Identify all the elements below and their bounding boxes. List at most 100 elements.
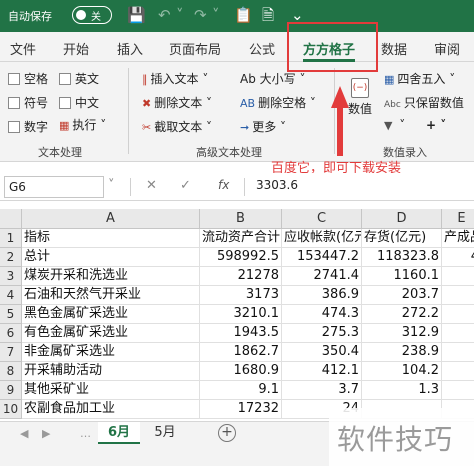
save-icon[interactable]: 💾	[127, 6, 146, 24]
table-cell[interactable]: 石油和天然气开采业	[22, 286, 200, 305]
special-input-button[interactable]: ▼ ˅	[384, 118, 405, 132]
sheet-tab-may[interactable]: 5月	[146, 422, 184, 444]
delete-spaces-button[interactable]: AB 删除空格 ˅	[240, 94, 316, 111]
extract-text-button[interactable]: ✂ 截取文本 ˅	[142, 118, 212, 135]
row-header[interactable]: 10	[0, 400, 22, 419]
sheet-tab-june[interactable]: 6月	[98, 422, 140, 444]
table-cell[interactable]: 104.2	[362, 362, 442, 381]
cancel-icon[interactable]: ✕	[146, 178, 157, 193]
checkbox-chinese[interactable]: 中文	[59, 94, 99, 111]
formula-input[interactable]: 3303.6	[256, 178, 298, 192]
table-cell[interactable]	[442, 343, 474, 362]
table-cell[interactable]: 272.2	[362, 305, 442, 324]
redo-icon[interactable]: ↷	[194, 6, 207, 24]
table-cell[interactable]: 1862.7	[200, 343, 282, 362]
tab-review[interactable]: 审阅	[434, 39, 460, 58]
row-header[interactable]: 1	[0, 229, 22, 248]
clipboard-icon[interactable]: 📋	[234, 6, 253, 24]
keep-value-button[interactable]: Abc 只保留数值	[384, 94, 464, 111]
checkbox-english[interactable]: 英文	[59, 70, 99, 87]
new-document-icon[interactable]: 🗎	[262, 6, 274, 24]
checkbox-symbol[interactable]: 符号	[8, 94, 48, 111]
insert-text-button[interactable]: ∥ 插入文本 ˅	[142, 70, 208, 87]
more-button[interactable]: ➞ 更多 ˅	[240, 118, 286, 135]
table-cell[interactable]: 598992.5	[200, 248, 282, 267]
namebox-dropdown-icon[interactable]: ˅	[108, 178, 115, 193]
round-button[interactable]: ▦ 四舍五入 ˅	[384, 70, 455, 87]
table-cell[interactable]: 3210.1	[200, 305, 282, 324]
table-cell[interactable]: 3173	[200, 286, 282, 305]
redo-dropdown-icon[interactable]: ˅	[212, 6, 220, 24]
tab-formulas[interactable]: 公式	[249, 39, 275, 58]
table-cell[interactable]: 1680.9	[200, 362, 282, 381]
table-cell[interactable]: 21278	[200, 267, 282, 286]
select-all-corner[interactable]	[0, 209, 22, 229]
table-cell[interactable]: 350.4	[282, 343, 362, 362]
table-cell[interactable]: 312.9	[362, 324, 442, 343]
execute-button[interactable]: ▦ 执行 ˅	[59, 116, 106, 133]
tab-file[interactable]: 文件	[10, 39, 36, 58]
table-cell[interactable]: 开采辅助活动	[22, 362, 200, 381]
row-header[interactable]: 4	[0, 286, 22, 305]
table-cell[interactable]	[442, 286, 474, 305]
table-cell[interactable]: 17232	[200, 400, 282, 419]
table-cell[interactable]: 指标	[22, 229, 200, 248]
table-cell[interactable]: 产成品	[442, 229, 474, 248]
sheet-more-icon[interactable]: …	[80, 427, 91, 440]
table-cell[interactable]: 9.1	[200, 381, 282, 400]
table-cell[interactable]	[442, 381, 474, 400]
enter-icon[interactable]: ✓	[180, 178, 191, 193]
row-header[interactable]: 9	[0, 381, 22, 400]
table-cell[interactable]	[442, 362, 474, 381]
name-box[interactable]: G6	[4, 176, 104, 198]
tab-data[interactable]: 数据	[381, 39, 407, 58]
table-cell[interactable]: 118323.8	[362, 248, 442, 267]
column-header-a[interactable]: A	[22, 209, 200, 229]
table-cell[interactable]: 386.9	[282, 286, 362, 305]
table-cell[interactable]: 其他采矿业	[22, 381, 200, 400]
table-cell[interactable]	[442, 324, 474, 343]
column-header-c[interactable]: C	[282, 209, 362, 229]
table-cell[interactable]	[442, 267, 474, 286]
table-cell[interactable]: 1943.5	[200, 324, 282, 343]
table-cell[interactable]: 238.9	[362, 343, 442, 362]
table-cell[interactable]: 煤炭开采和洗选业	[22, 267, 200, 286]
prev-sheet-icon[interactable]: ◀	[20, 427, 28, 440]
table-cell[interactable]: 4	[442, 248, 474, 267]
checkbox-space[interactable]: 空格	[8, 70, 48, 87]
column-header-d[interactable]: D	[362, 209, 442, 229]
table-cell[interactable]: 农副食品加工业	[22, 400, 200, 419]
table-cell[interactable]: 有色金属矿采选业	[22, 324, 200, 343]
case-button[interactable]: Ab 大小写 ˅	[240, 70, 305, 87]
row-header[interactable]: 5	[0, 305, 22, 324]
table-cell[interactable]: 1.3	[362, 381, 442, 400]
table-cell[interactable]: 2741.4	[282, 267, 362, 286]
tab-home[interactable]: 开始	[63, 39, 89, 58]
tab-insert[interactable]: 插入	[117, 39, 143, 58]
table-cell[interactable]: 非金属矿采选业	[22, 343, 200, 362]
table-cell[interactable]: 存货(亿元)	[362, 229, 442, 248]
add-sheet-button[interactable]: +	[218, 424, 236, 442]
table-cell[interactable]: 黑色金属矿采选业	[22, 305, 200, 324]
row-header[interactable]: 8	[0, 362, 22, 381]
row-header[interactable]: 7	[0, 343, 22, 362]
autosave-toggle[interactable]: 关	[72, 6, 112, 24]
table-cell[interactable]: 流动资产合计	[200, 229, 282, 248]
undo-icon[interactable]: ↶	[158, 6, 171, 24]
table-cell[interactable]: 1160.1	[362, 267, 442, 286]
column-header-e[interactable]: E	[442, 209, 474, 229]
delete-text-button[interactable]: ✖ 删除文本 ˅	[142, 94, 212, 111]
table-cell[interactable]: 203.7	[362, 286, 442, 305]
checkbox-digit[interactable]: 数字	[8, 118, 48, 135]
plus-button[interactable]: + ˅	[426, 118, 446, 132]
table-cell[interactable]: 应收帐款(亿元)	[282, 229, 362, 248]
table-cell[interactable]	[442, 305, 474, 324]
row-header[interactable]: 2	[0, 248, 22, 267]
table-cell[interactable]: 总计	[22, 248, 200, 267]
table-cell[interactable]: 474.3	[282, 305, 362, 324]
insert-function-icon[interactable]: fx	[218, 178, 229, 192]
column-header-b[interactable]: B	[200, 209, 282, 229]
row-header[interactable]: 6	[0, 324, 22, 343]
table-cell[interactable]: 412.1	[282, 362, 362, 381]
row-header[interactable]: 3	[0, 267, 22, 286]
